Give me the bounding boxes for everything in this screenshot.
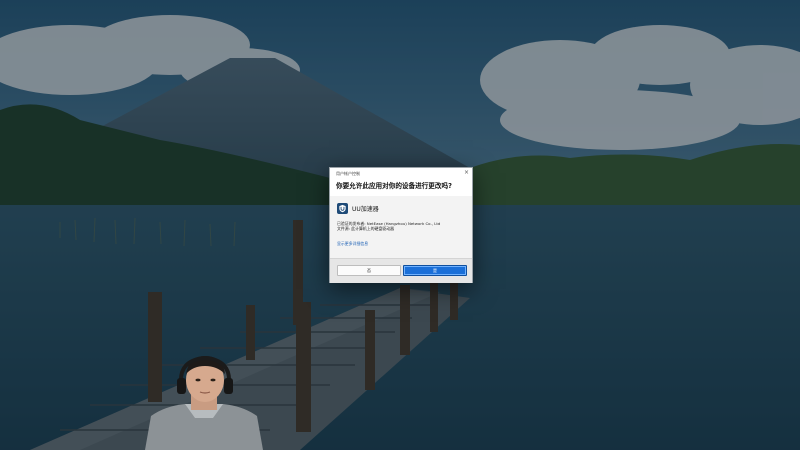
uac-question: 你要允许此应用对你的设备进行更改吗? xyxy=(336,182,452,190)
uac-app-name: UU加速器 xyxy=(352,205,379,213)
uac-app-row: UU加速器 xyxy=(337,201,379,215)
no-button[interactable]: 否 xyxy=(337,265,401,276)
uac-caption: 用户帐户控制 xyxy=(336,171,360,176)
uac-file-origin: 文件源: 此计算机上的硬盘驱动器 xyxy=(337,226,395,231)
show-details-link[interactable]: 显示更多详细信息 xyxy=(337,241,368,247)
uac-dialog: 用户帐户控制 × 你要允许此应用对你的设备进行更改吗? UU加速器 已验证的发布… xyxy=(329,167,473,283)
webcam-overlay xyxy=(145,355,263,450)
uu-app-icon xyxy=(337,202,348,214)
close-icon[interactable]: × xyxy=(464,169,469,176)
yes-button[interactable]: 是 xyxy=(403,265,467,276)
